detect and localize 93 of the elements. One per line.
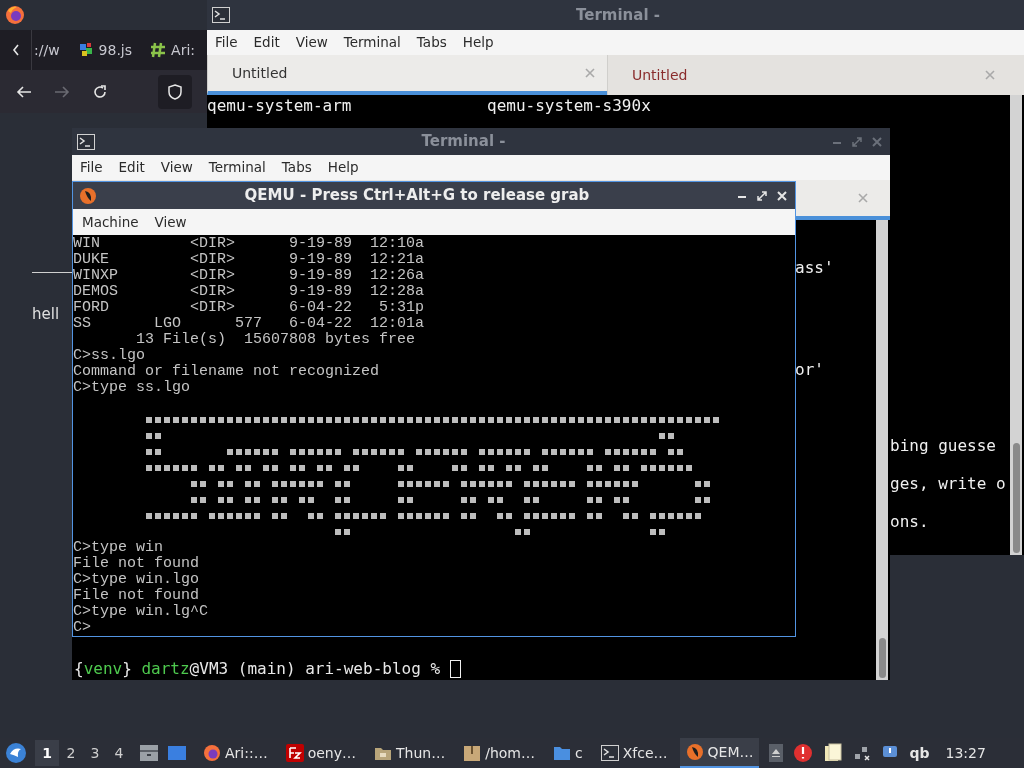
fox-icon[interactable] xyxy=(5,5,25,25)
menu-item[interactable]: Help xyxy=(454,32,502,53)
console-line: C>type ss.lgo xyxy=(73,380,191,396)
menu-item[interactable]: Tabs xyxy=(408,32,455,53)
package-icon xyxy=(463,744,482,762)
shield-icon xyxy=(168,83,182,100)
console-line: C>ss.lgo xyxy=(73,348,145,364)
workspace-button[interactable]: 4 xyxy=(107,740,131,766)
terminal-line: or' xyxy=(795,359,825,381)
browser-tab[interactable]: ://w xyxy=(34,39,60,61)
tab-label: Untitled xyxy=(232,63,288,83)
notes-icon[interactable] xyxy=(823,743,844,763)
text-cursor xyxy=(449,660,461,678)
terminal-icon xyxy=(600,745,619,761)
console-line: C>type win xyxy=(73,540,163,556)
browser-tab[interactable]: 98.js xyxy=(77,39,133,61)
scrollbar-thumb[interactable] xyxy=(878,638,886,678)
task-button[interactable]: QEM… xyxy=(679,738,760,768)
console-line: SS LGO 577 6-04-22 12:01a xyxy=(73,316,425,332)
bird-icon xyxy=(685,743,704,761)
alert-icon[interactable] xyxy=(793,743,814,763)
workspace-button[interactable]: 1 xyxy=(35,740,59,766)
workspace-button[interactable]: 2 xyxy=(59,740,83,766)
console-line: WINXP <DIR> 9-19-89 12:26a xyxy=(73,268,425,284)
console-line: C> xyxy=(73,620,91,636)
console-line: File not found xyxy=(73,556,200,572)
menu-item[interactable]: View xyxy=(152,157,201,178)
terminal-line: ons. xyxy=(890,513,930,531)
task-button[interactable]: oeny… xyxy=(279,738,362,768)
clock[interactable]: 13:27 xyxy=(945,742,986,764)
reload-icon[interactable] xyxy=(92,83,108,100)
menu-item[interactable]: Edit xyxy=(245,32,288,53)
terminal-line: qemu-system-arm xyxy=(207,97,353,115)
terminal-icon xyxy=(77,133,95,150)
terminal-line: ass' xyxy=(795,257,834,279)
task-button[interactable]: c xyxy=(546,738,589,768)
fox-icon xyxy=(203,744,221,762)
task-button[interactable]: Xfce… xyxy=(594,738,674,768)
scrollbar-thumb[interactable] xyxy=(1012,443,1020,553)
scrollbar[interactable] xyxy=(1010,95,1022,555)
terminal-tab[interactable]: Untitled xyxy=(207,55,607,95)
terminal-line: bing guesse xyxy=(890,437,997,455)
menu-item[interactable]: View xyxy=(287,32,336,53)
mouse-logo-icon[interactable] xyxy=(5,742,27,764)
folder-icon xyxy=(552,745,571,761)
window-title: Terminal - xyxy=(576,4,660,26)
hash-icon xyxy=(150,42,167,58)
console-line: WIN <DIR> 9-19-89 12:10a xyxy=(73,236,425,252)
scrollbar[interactable] xyxy=(876,220,888,680)
terminal-line: ges, write o xyxy=(890,475,1006,493)
task-button[interactable]: Thun… xyxy=(368,738,452,768)
task-button[interactable]: /hom… xyxy=(457,738,541,768)
console-line: File not found xyxy=(73,588,200,604)
menu-item[interactable]: Terminal xyxy=(200,157,274,178)
shield-button[interactable] xyxy=(158,74,192,109)
eject-icon[interactable] xyxy=(769,744,784,762)
tab-label: Untitled xyxy=(632,65,688,85)
console-line: FORD <DIR> 6-04-22 5:31p xyxy=(73,300,425,316)
console-line: DEMOS <DIR> 9-19-89 12:28a xyxy=(73,284,425,300)
chevron-left-icon xyxy=(11,44,20,56)
bird-icon xyxy=(79,186,97,205)
back-arrow-icon[interactable] xyxy=(16,84,32,99)
console-line: 13 File(s) 15607808 bytes free xyxy=(135,332,416,348)
menu-item[interactable]: Terminal xyxy=(335,32,409,53)
menu-item[interactable]: File xyxy=(207,32,246,53)
console-line: DUKE <DIR> 9-19-89 12:21a xyxy=(73,252,425,268)
console-line: C>type win.lgo xyxy=(73,572,200,588)
menu-item[interactable]: File xyxy=(72,157,111,178)
sprite-icon xyxy=(77,42,94,58)
shell-prompt: {venv} dartz@VM3 (main) ari-web-blog % xyxy=(74,658,442,680)
menu-item[interactable]: Help xyxy=(319,157,367,178)
window-title: QEMU - Press Ctrl+Alt+G to release grab xyxy=(244,185,590,207)
console-line: Command or filename not recognized xyxy=(73,364,380,380)
menu-item[interactable]: View xyxy=(146,211,195,233)
terminal-tab[interactable] xyxy=(790,180,890,220)
keyboard-layout[interactable]: qb xyxy=(909,742,930,764)
terminal-icon xyxy=(212,7,230,23)
network-icon[interactable] xyxy=(853,745,872,761)
drawer-icon[interactable] xyxy=(139,744,159,762)
workspace-button[interactable]: 3 xyxy=(83,740,107,766)
fz-logo-icon xyxy=(285,744,304,762)
terminal-line: qemu-system-s390x xyxy=(487,97,652,115)
browser-tab[interactable]: Ari: xyxy=(150,39,195,61)
forward-arrow-icon[interactable] xyxy=(54,84,70,99)
menu-item[interactable]: Edit xyxy=(110,157,153,178)
desktop-icon[interactable] xyxy=(167,745,187,761)
task-button[interactable]: Ari::… xyxy=(197,738,274,768)
window-title: Terminal - xyxy=(421,131,506,153)
menu-item[interactable]: Tabs xyxy=(273,157,320,178)
page-text: hell xyxy=(32,304,60,325)
folder-icon xyxy=(374,745,392,761)
console-line: C>type win.lg^C xyxy=(73,604,209,620)
menu-item[interactable]: Machine xyxy=(74,211,147,233)
